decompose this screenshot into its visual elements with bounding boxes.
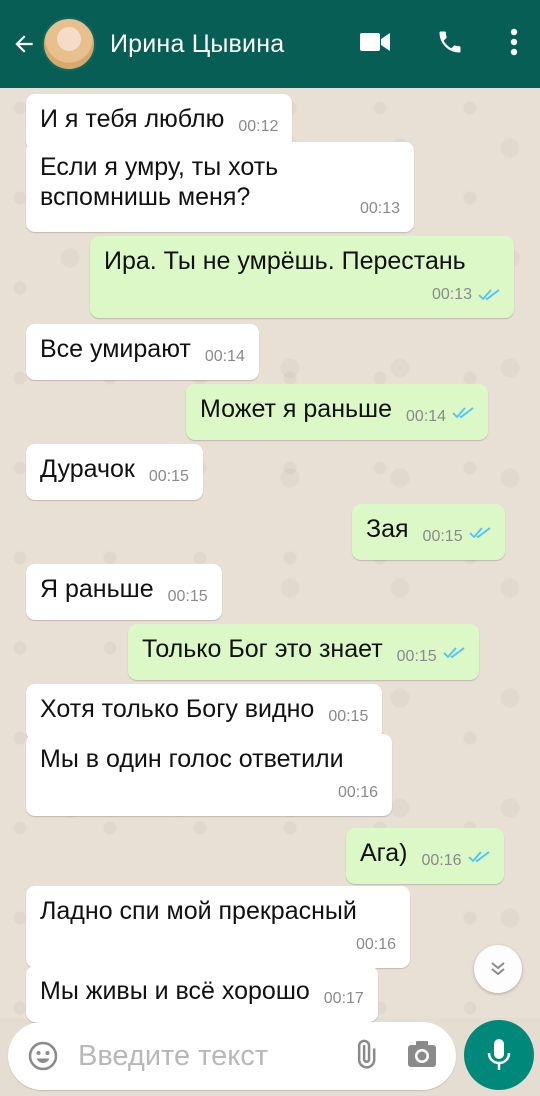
message-text: Я раньше	[40, 575, 154, 603]
message-out[interactable]: Только Бог это знает 00:15	[128, 624, 479, 680]
camera-icon	[408, 1040, 436, 1067]
message-out[interactable]: Может я раньше 00:14	[186, 384, 489, 440]
message-time: 00:15	[396, 648, 437, 665]
double-check-icon	[443, 647, 465, 659]
attach-button[interactable]	[350, 1039, 380, 1074]
message-time: 00:16	[421, 852, 462, 869]
emoji-icon	[28, 1041, 58, 1071]
message-out[interactable]: Зая 00:15	[352, 504, 505, 560]
avatar[interactable]	[42, 17, 96, 71]
message-time: 00:15	[167, 588, 208, 605]
message-time: 00:12	[238, 118, 279, 135]
contact-name[interactable]: Ирина Цывина	[110, 30, 284, 59]
arrow-left-icon	[15, 35, 33, 53]
back-button[interactable]	[10, 30, 38, 58]
phone-icon[interactable]	[436, 28, 464, 56]
message-time: 00:13	[431, 286, 472, 303]
message-out[interactable]: Ира. Ты не умрёшь. Перестань 00:13	[90, 236, 514, 318]
message-in[interactable]: Ладно спи мой прекрасный 00:16	[26, 886, 410, 968]
message-out[interactable]: Ага) 00:16	[346, 828, 504, 884]
message-text: Ира. Ты не умрёшь. Перестань	[104, 247, 466, 275]
message-time: 00:14	[406, 408, 447, 425]
chevrons-down-icon	[491, 962, 505, 976]
message-in[interactable]: Хотя только Богу видно 00:15	[26, 684, 383, 740]
message-text: Ладно спи мой прекрасный	[40, 897, 357, 925]
message-text: И я тебя люблю	[40, 105, 225, 133]
message-time: 00:15	[148, 468, 189, 485]
message-text: Хотя только Богу видно	[40, 695, 315, 723]
camera-button[interactable]	[406, 1039, 438, 1074]
message-in[interactable]: Если я умру, ты хоть вспомнишь меня? 00:…	[26, 142, 414, 232]
message-time: 00:15	[422, 528, 463, 545]
message-in[interactable]: Все умирают 00:14	[26, 324, 259, 380]
message-meta: 00:13	[104, 280, 500, 310]
double-check-icon	[467, 851, 490, 863]
microphone-icon	[487, 1039, 511, 1070]
chat-area[interactable]: И я тебя люблю 00:12 Если я умру, ты хоть…	[0, 88, 540, 1022]
message-text: Мы в один голос ответили	[40, 745, 344, 773]
message-time: 00:14	[204, 348, 245, 365]
paperclip-icon	[357, 1039, 376, 1069]
message-composer[interactable]: Введите текст	[8, 1022, 456, 1090]
chat-header: Ирина Цывина	[0, 0, 540, 88]
message-text: Только Бог это знает	[142, 635, 383, 663]
scroll-to-bottom-button[interactable]	[474, 945, 522, 993]
message-text: Дурачок	[40, 455, 135, 483]
message-text: Мы живы и всё хорошо	[40, 977, 310, 1005]
message-time: 00:15	[328, 708, 369, 725]
message-text: Ага)	[360, 839, 408, 867]
message-in[interactable]: Я раньше 00:15	[26, 564, 222, 620]
message-text: Зая	[366, 515, 409, 543]
message-input[interactable]: Введите текст	[78, 1040, 350, 1073]
message-time: 00:17	[323, 990, 364, 1007]
message-text: Все умирают	[40, 335, 191, 363]
message-in[interactable]: Мы в один голос ответили 00:16	[26, 734, 392, 816]
message-in[interactable]: Мы живы и всё хорошо 00:17	[26, 966, 378, 1022]
voice-record-button[interactable]	[464, 1020, 534, 1090]
double-check-icon	[478, 289, 500, 301]
message-time: 00:16	[337, 784, 378, 801]
message-in[interactable]: Дурачок 00:15	[26, 444, 203, 500]
double-check-icon	[452, 407, 474, 419]
more-vertical-icon[interactable]	[510, 28, 518, 56]
message-text: Может я раньше	[200, 395, 393, 423]
video-camera-icon[interactable]	[360, 31, 390, 53]
emoji-button[interactable]	[26, 1039, 60, 1073]
message-time: 00:16	[355, 936, 396, 953]
double-check-icon	[468, 527, 491, 539]
